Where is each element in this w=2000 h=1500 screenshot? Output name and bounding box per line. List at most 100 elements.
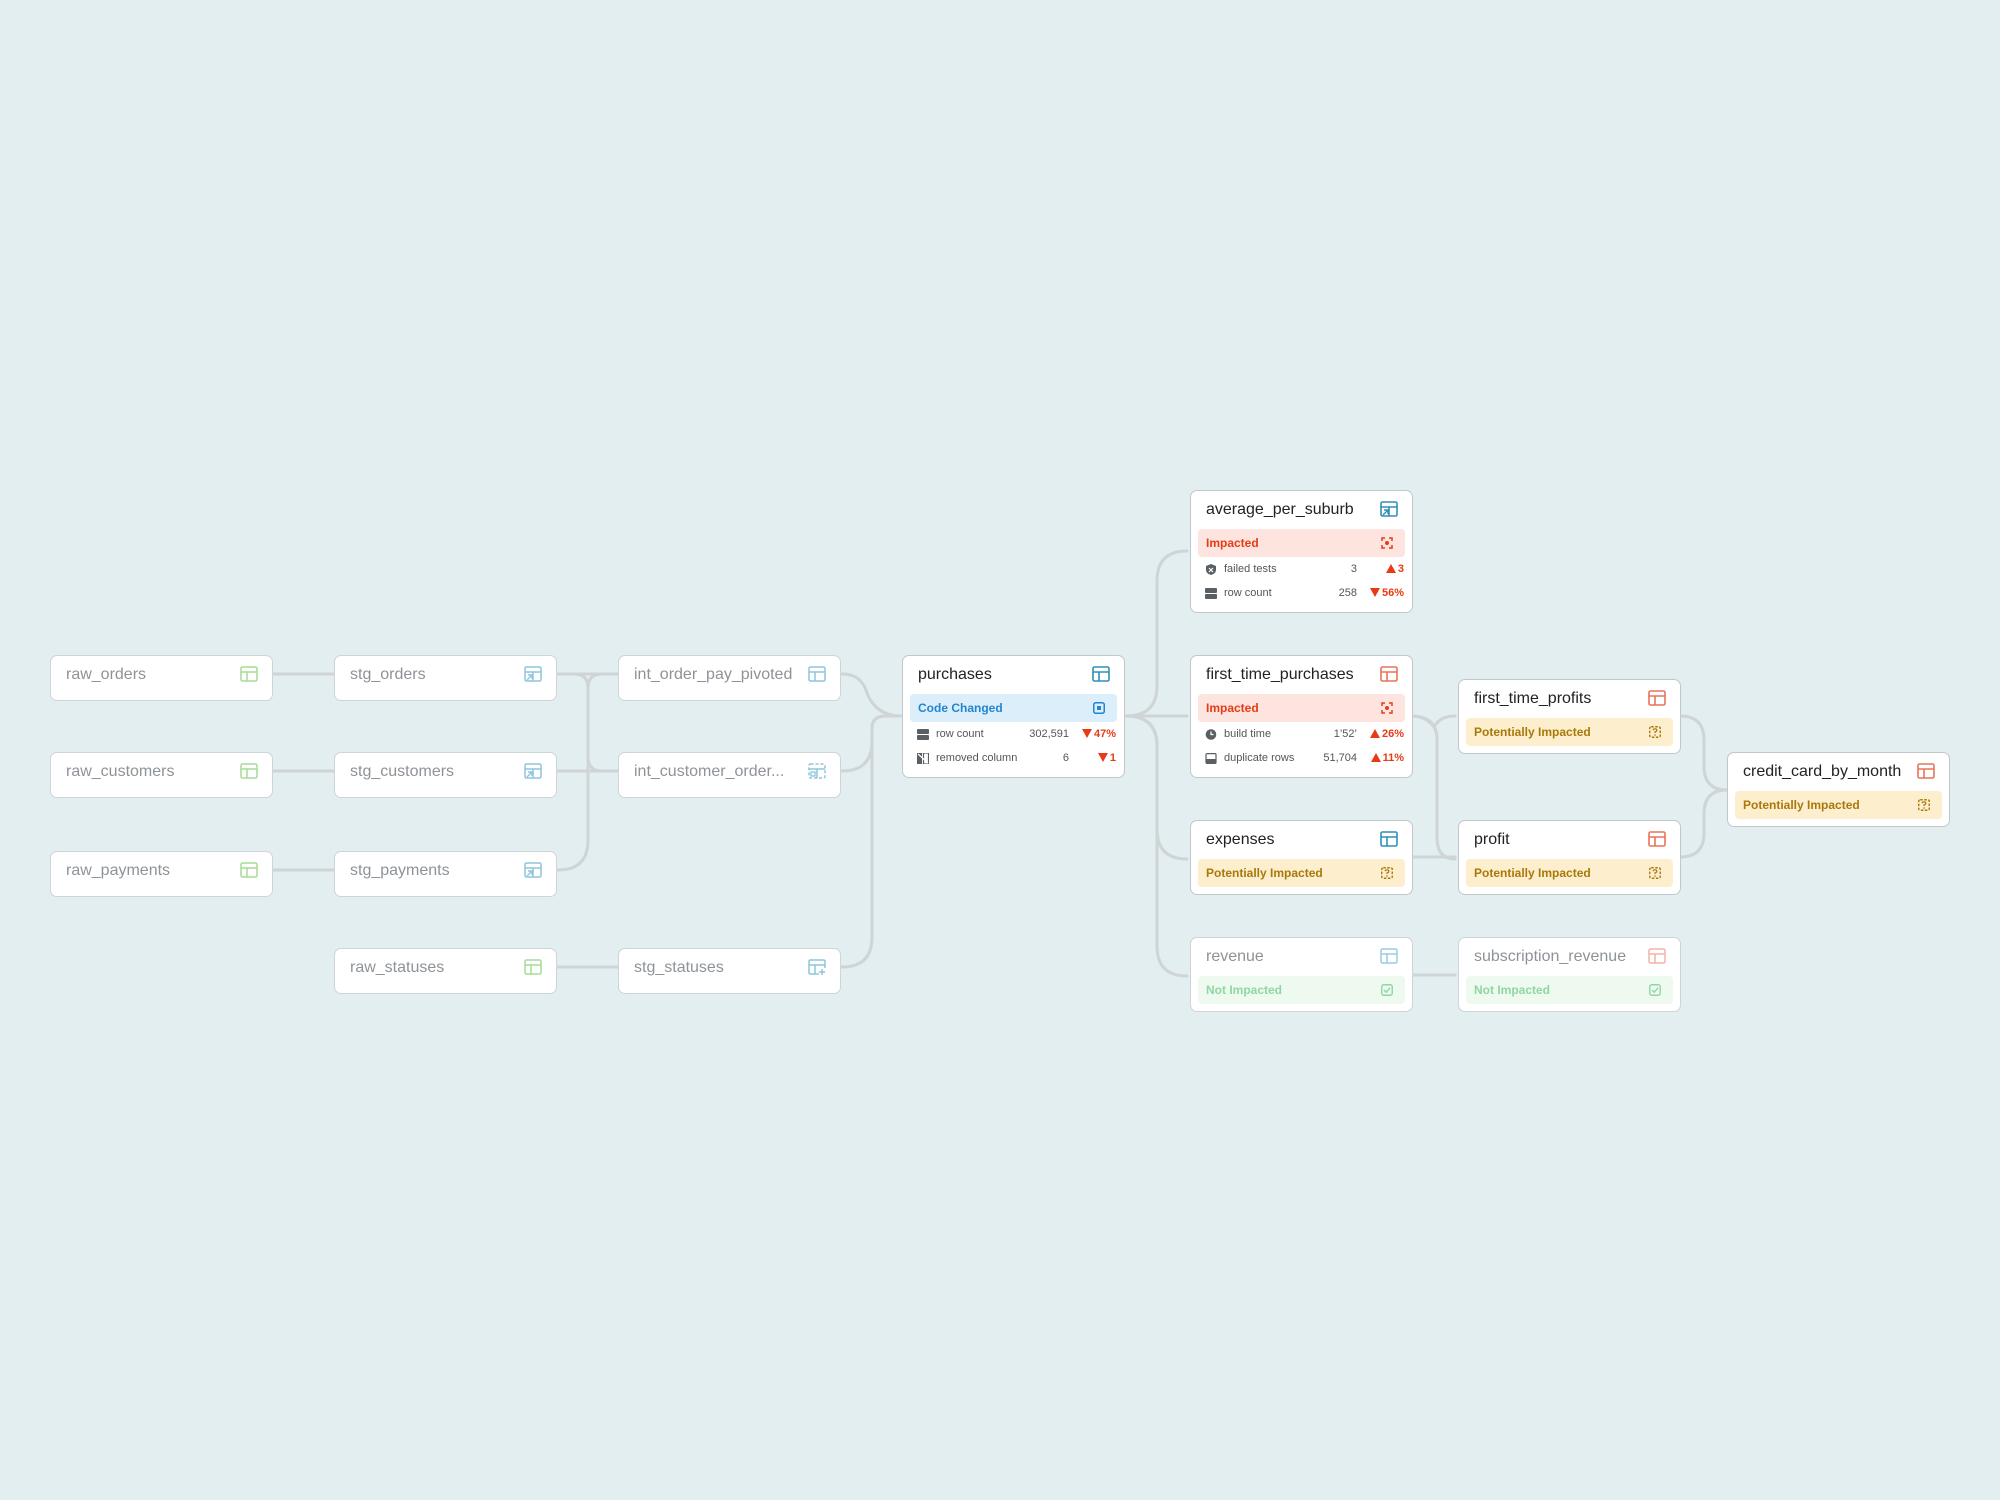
node-raw-customers[interactable]: raw_customers — [50, 752, 273, 798]
node-name: stg_statuses — [634, 959, 724, 976]
table-icon — [1380, 666, 1398, 682]
table-icon — [1917, 763, 1935, 779]
node-stg-orders[interactable]: stg_orders — [334, 655, 557, 701]
removed-column-icon — [917, 753, 929, 764]
potentially-impacted-icon — [1649, 867, 1661, 879]
status-label: Potentially Impacted — [1474, 866, 1591, 880]
node-raw-payments[interactable]: raw_payments — [50, 851, 273, 897]
metric-label: duplicate rows — [1224, 752, 1295, 764]
down-arrow-icon — [1369, 588, 1380, 597]
edge-first-time-profits-credit-card — [1678, 714, 1729, 792]
node-int-order-pay-pivoted[interactable]: int_order_pay_pivoted — [618, 655, 841, 701]
edge-profit-credit-card — [1678, 788, 1729, 859]
node-stg-statuses[interactable]: stg_statuses — [618, 948, 841, 994]
metric-delta: 3 — [1361, 563, 1404, 575]
metric-value: 3 — [1350, 563, 1357, 575]
status-badge: Potentially Impacted — [1198, 859, 1405, 887]
metric-row-count: row count 302,591 47% — [910, 722, 1117, 746]
node-name: revenue — [1206, 948, 1264, 965]
node-name: stg_orders — [350, 666, 426, 683]
table-icon — [1092, 666, 1110, 682]
potentially-impacted-icon — [1918, 799, 1930, 811]
status-badge: Potentially Impacted — [1466, 718, 1673, 746]
node-raw-statuses[interactable]: raw_statuses — [334, 948, 557, 994]
down-arrow-icon — [1097, 753, 1108, 762]
table-icon — [1380, 831, 1398, 847]
node-revenue[interactable]: revenue Not Impacted — [1190, 937, 1413, 1012]
metric-label: removed column — [936, 752, 1018, 764]
node-name: stg_customers — [350, 763, 455, 780]
up-arrow-icon — [1385, 564, 1396, 573]
metric-value: 6 — [1062, 752, 1069, 764]
code-changed-icon — [1093, 702, 1105, 714]
not-impacted-icon — [1649, 984, 1661, 996]
node-name: raw_orders — [66, 666, 147, 683]
metric-delta: 47% — [1073, 728, 1116, 740]
node-average-per-suburb[interactable]: average_per_suburb Impacted failed tests… — [1190, 490, 1413, 613]
node-subscription-revenue[interactable]: subscription_revenue Not Impacted — [1458, 937, 1681, 1012]
table-icon — [1648, 831, 1666, 847]
status-badge: Potentially Impacted — [1466, 859, 1673, 887]
table-icon — [240, 666, 258, 682]
node-credit-card-by-month[interactable]: credit_card_by_month Potentially Impacte… — [1727, 752, 1950, 827]
node-name: profit — [1474, 831, 1510, 848]
potentially-impacted-icon — [1649, 726, 1661, 738]
node-name: raw_customers — [66, 763, 175, 780]
node-name: int_order_pay_pivoted — [634, 666, 793, 683]
incremental-table-icon — [808, 959, 826, 975]
row-count-icon — [917, 729, 929, 740]
table-icon — [1648, 690, 1666, 706]
node-stg-payments[interactable]: stg_payments — [334, 851, 557, 897]
view-icon — [524, 862, 542, 878]
view-icon — [524, 666, 542, 682]
status-label: Code Changed — [918, 701, 1003, 715]
metric-duplicate-rows: duplicate rows 51,704 11% — [1198, 746, 1405, 770]
table-icon — [1648, 948, 1666, 964]
status-badge: Code Changed — [910, 694, 1117, 722]
metric-failed-tests: failed tests 3 3 — [1198, 557, 1405, 581]
metric-label: row count — [1224, 587, 1272, 599]
ephemeral-icon — [808, 763, 826, 779]
up-arrow-icon — [1370, 753, 1381, 762]
metric-delta: 11% — [1361, 752, 1404, 764]
status-badge: Impacted — [1198, 694, 1405, 722]
node-first-time-profits[interactable]: first_time_profits Potentially Impacted — [1458, 679, 1681, 754]
node-name: raw_statuses — [350, 959, 445, 976]
status-badge: Not Impacted — [1198, 976, 1405, 1004]
node-stg-customers[interactable]: stg_customers — [334, 752, 557, 798]
table-icon — [240, 862, 258, 878]
node-name: expenses — [1206, 831, 1275, 848]
status-label: Potentially Impacted — [1474, 725, 1591, 739]
up-arrow-icon — [1369, 729, 1380, 738]
not-impacted-icon — [1381, 984, 1393, 996]
status-badge: Potentially Impacted — [1735, 791, 1942, 819]
edge-purchases-average-per-suburb — [1124, 549, 1189, 718]
node-name: raw_payments — [66, 862, 171, 879]
status-label: Impacted — [1206, 701, 1259, 715]
potentially-impacted-icon — [1381, 867, 1393, 879]
status-label: Potentially Impacted — [1743, 798, 1860, 812]
down-arrow-icon — [1081, 729, 1092, 738]
status-label: Potentially Impacted — [1206, 866, 1323, 880]
node-first-time-purchases[interactable]: first_time_purchases Impacted build time… — [1190, 655, 1413, 778]
metric-build-time: build time 1’52’ 26% — [1198, 722, 1405, 746]
status-badge: Impacted — [1198, 529, 1405, 557]
status-label: Not Impacted — [1206, 983, 1283, 997]
node-name: first_time_profits — [1474, 690, 1592, 707]
table-icon — [240, 763, 258, 779]
metric-delta: 1 — [1073, 752, 1116, 764]
view-icon — [1380, 501, 1398, 517]
impacted-icon — [1381, 702, 1393, 714]
node-name: int_customer_order... — [634, 763, 785, 780]
build-time-icon — [1205, 729, 1217, 740]
metric-value: 51,704 — [1323, 752, 1357, 764]
node-int-customer-order[interactable]: int_customer_order... — [618, 752, 841, 798]
node-profit[interactable]: profit Potentially Impacted — [1458, 820, 1681, 895]
edge-first-time-purchases-profit — [1409, 714, 1457, 861]
node-purchases[interactable]: purchases Code Changed row count 302,591… — [902, 655, 1125, 778]
edge-purchases-revenue — [1124, 714, 1189, 978]
node-expenses[interactable]: expenses Potentially Impacted — [1190, 820, 1413, 895]
status-badge: Not Impacted — [1466, 976, 1673, 1004]
metric-row-count: row count 258 56% — [1198, 581, 1405, 605]
node-raw-orders[interactable]: raw_orders — [50, 655, 273, 701]
